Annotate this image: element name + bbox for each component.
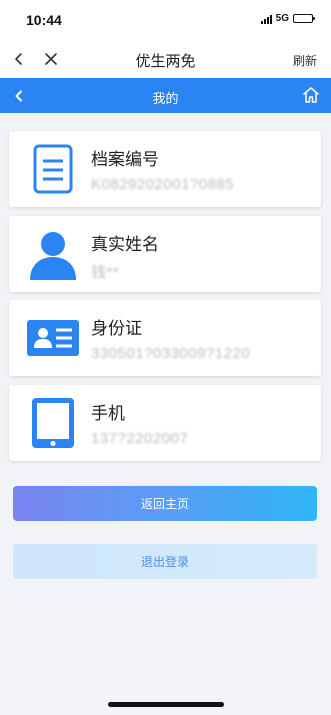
phone-value: 137?2202007 [91,430,189,447]
person-icon [25,226,81,282]
nav-bar: 优生两免 刷新 [0,40,331,78]
battery-icon [293,14,315,23]
signal-icon [260,14,272,24]
status-indicators: 5G [260,13,315,24]
status-time: 10:44 [26,12,62,28]
id-card-card: 身份证 330501?033009?1220 [9,300,321,376]
document-icon [25,141,81,197]
section-header: 我的 [0,78,331,113]
home-indicator [108,702,224,707]
return-home-button[interactable]: 返回主页 [13,486,317,521]
real-name-card: 真实姓名 钱** [9,216,321,292]
id-card-label: 身份证 [91,319,142,338]
phone-label: 手机 [91,404,125,423]
header-title: 我的 [152,91,179,106]
refresh-button[interactable]: 刷新 [293,52,317,69]
real-name-label: 真实姓名 [91,235,159,254]
id-card-value: 330501?033009?1220 [91,345,251,362]
id-card-icon [25,310,81,366]
tablet-icon [25,395,81,451]
phone-card: 手机 137?2202007 [9,385,321,461]
page-title: 优生两免 [135,53,196,70]
record-number-value: K0829202001?0885 [91,176,235,193]
network-label: 5G [275,13,289,24]
home-icon[interactable] [301,85,321,105]
real-name-value: 钱** [91,264,120,281]
logout-button[interactable]: 退出登录 [13,544,317,579]
record-number-label: 档案编号 [91,150,159,169]
status-bar: 10:44 5G [0,0,331,40]
record-number-card: 档案编号 K0829202001?0885 [9,131,321,207]
